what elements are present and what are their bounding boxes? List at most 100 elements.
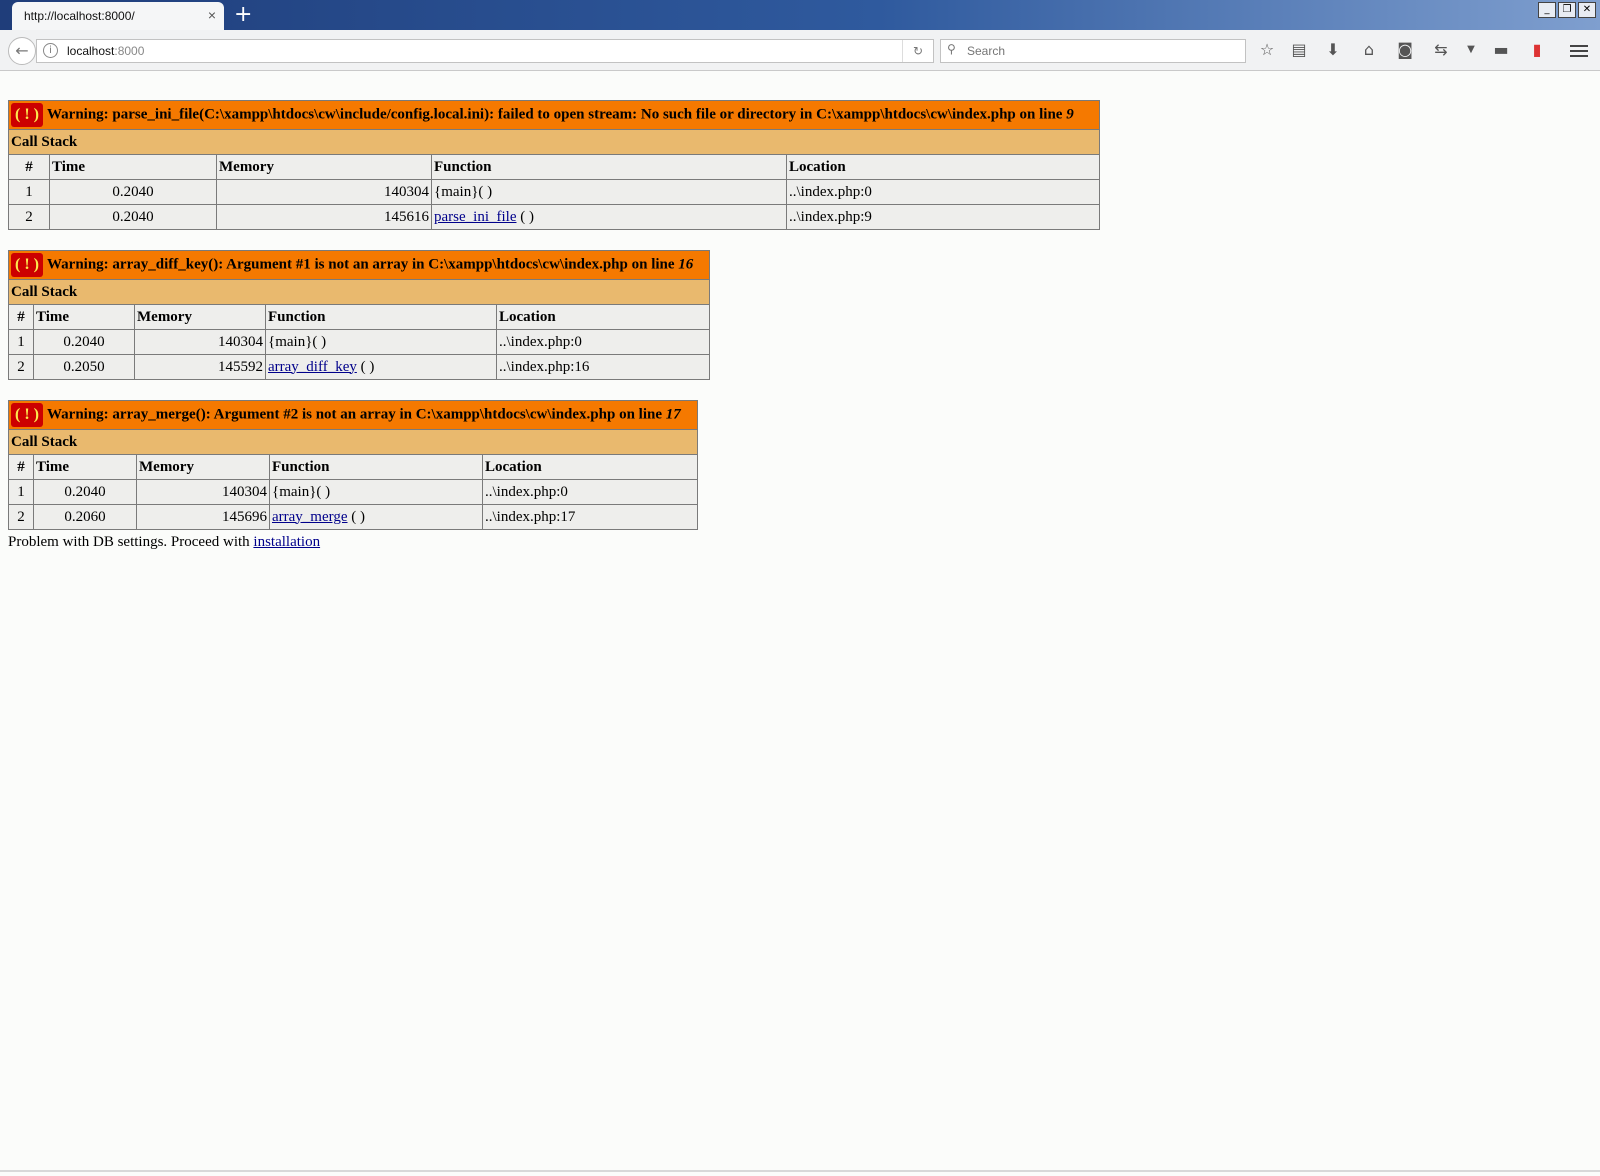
row-num: 2 <box>8 204 50 230</box>
warning-table-1: ( ! ) Warning: parse_ini_file(C:\xampp\ht… <box>8 100 1100 230</box>
col-time: Time <box>33 304 135 330</box>
row-location: ..\index.php:16 <box>496 354 710 380</box>
bookmark-star-icon[interactable]: ☆ <box>1256 39 1278 61</box>
row-time: 0.2040 <box>49 179 217 205</box>
reload-icon[interactable]: ↻ <box>902 40 933 62</box>
row-memory: 140304 <box>216 179 432 205</box>
warning-icon: ( ! ) <box>11 103 43 127</box>
row-num: 2 <box>8 354 34 380</box>
warning-icon: ( ! ) <box>11 403 43 427</box>
call-stack-title: Call Stack <box>8 429 698 455</box>
row-function: {main}( ) <box>431 179 787 205</box>
warning-message: Warning: array_diff_key(): Argument #1 i… <box>47 256 679 273</box>
col-function: Function <box>265 304 497 330</box>
function-parens: ( ) <box>347 508 366 525</box>
row-time: 0.2040 <box>33 329 135 355</box>
function-parens: ( ) <box>356 358 375 375</box>
warning-table-2: ( ! ) Warning: array_diff_key(): Argument… <box>8 250 710 380</box>
bottom-border <box>0 1170 1600 1172</box>
db-settings-message: Problem with DB settings. Proceed with i… <box>8 534 1588 551</box>
warning-message: Warning: parse_ini_file(C:\xampp\htdocs\… <box>47 106 1067 123</box>
url-bar[interactable]: i localhost:8000 ↻ <box>36 39 934 63</box>
addon-icon[interactable]: ▮ <box>1526 39 1548 61</box>
minimize-button[interactable]: _ <box>1538 2 1556 18</box>
function-doc-link[interactable]: array_merge <box>272 509 348 525</box>
tab-title: http://localhost:8000/ <box>24 9 135 23</box>
row-location: ..\index.php:0 <box>496 329 710 355</box>
row-memory: 140304 <box>136 479 270 505</box>
row-location: ..\index.php:17 <box>482 504 698 530</box>
row-function: parse_ini_file ( ) <box>431 204 787 230</box>
function-parens: ( ) <box>516 208 534 225</box>
col-function: Function <box>269 454 483 480</box>
close-tab-icon[interactable]: × <box>208 7 216 23</box>
row-time: 0.2060 <box>33 504 137 530</box>
row-location: ..\index.php:0 <box>482 479 698 505</box>
restore-button[interactable]: ❐ <box>1558 2 1576 18</box>
search-icon: ⚲ <box>947 42 956 56</box>
row-memory: 145616 <box>216 204 432 230</box>
menu-icon[interactable] <box>1570 42 1588 64</box>
row-time: 0.2050 <box>33 354 135 380</box>
url-host: localhost <box>67 44 115 58</box>
dropdown-arrow-icon[interactable]: ▼ <box>1460 39 1482 61</box>
row-location: ..\index.php:9 <box>786 204 1100 230</box>
browser-tab[interactable]: http://localhost:8000/ × <box>12 2 224 30</box>
url-port: :8000 <box>114 44 145 58</box>
warning-header: ( ! ) Warning: array_diff_key(): Argument… <box>8 250 710 280</box>
row-num: 1 <box>8 479 34 505</box>
chat-icon[interactable]: ▬ <box>1490 39 1512 61</box>
installation-link[interactable]: installation <box>253 534 320 550</box>
home-icon[interactable]: ⌂ <box>1358 39 1380 61</box>
row-time: 0.2040 <box>49 204 217 230</box>
url-text[interactable]: localhost:8000 <box>67 44 144 58</box>
table-row: 2 0.2050 145592 array_diff_key ( ) ..\in… <box>8 354 710 380</box>
col-time: Time <box>49 154 217 180</box>
call-stack-title: Call Stack <box>8 279 710 305</box>
back-arrow-icon: ← <box>15 41 29 60</box>
col-memory: Memory <box>134 304 266 330</box>
site-info-icon[interactable]: i <box>43 43 58 58</box>
downloads-icon[interactable]: ⬇ <box>1322 39 1344 61</box>
window-controls: _ ❐ ✕ <box>1538 2 1596 18</box>
warning-header: ( ! ) Warning: array_merge(): Argument #2… <box>8 400 698 430</box>
row-time: 0.2040 <box>33 479 137 505</box>
search-input[interactable] <box>965 42 1239 60</box>
table-row: 1 0.2040 140304 {main}( ) ..\index.php:0 <box>8 179 1100 205</box>
col-location: Location <box>482 454 698 480</box>
row-memory: 140304 <box>134 329 266 355</box>
col-location: Location <box>786 154 1100 180</box>
warning-table-3: ( ! ) Warning: array_merge(): Argument #2… <box>8 400 698 530</box>
warning-header: ( ! ) Warning: parse_ini_file(C:\xampp\ht… <box>8 100 1100 130</box>
title-bar: http://localhost:8000/ × + _ ❐ ✕ <box>0 0 1600 30</box>
table-row: 2 0.2060 145696 array_merge ( ) ..\index… <box>8 504 698 530</box>
pocket-icon[interactable]: ◙ <box>1394 39 1416 61</box>
row-memory: 145592 <box>134 354 266 380</box>
back-button[interactable]: ← <box>8 37 36 65</box>
sync-icon[interactable]: ⇆ <box>1430 39 1452 61</box>
table-row: 2 0.2040 145616 parse_ini_file ( ) ..\in… <box>8 204 1100 230</box>
call-stack-title: Call Stack <box>8 129 1100 155</box>
col-time: Time <box>33 454 137 480</box>
warning-message: Warning: array_merge(): Argument #2 is n… <box>47 406 666 423</box>
function-doc-link[interactable]: parse_ini_file <box>434 209 516 225</box>
row-function: array_merge ( ) <box>269 504 483 530</box>
row-location: ..\index.php:0 <box>786 179 1100 205</box>
row-num: 1 <box>8 329 34 355</box>
col-num: # <box>8 454 34 480</box>
close-window-button[interactable]: ✕ <box>1578 2 1596 18</box>
col-memory: Memory <box>136 454 270 480</box>
row-function: array_diff_key ( ) <box>265 354 497 380</box>
function-doc-link[interactable]: array_diff_key <box>268 359 357 375</box>
search-bar[interactable]: ⚲ <box>940 39 1246 63</box>
col-function: Function <box>431 154 787 180</box>
row-function: {main}( ) <box>269 479 483 505</box>
warning-line: 9 <box>1066 106 1074 123</box>
row-num: 1 <box>8 179 50 205</box>
reading-list-icon[interactable]: ▤ <box>1288 39 1310 61</box>
warning-line: 16 <box>678 256 694 273</box>
col-location: Location <box>496 304 710 330</box>
row-memory: 145696 <box>136 504 270 530</box>
new-tab-button[interactable]: + <box>234 2 252 27</box>
db-settings-text: Problem with DB settings. Proceed with <box>8 534 254 550</box>
